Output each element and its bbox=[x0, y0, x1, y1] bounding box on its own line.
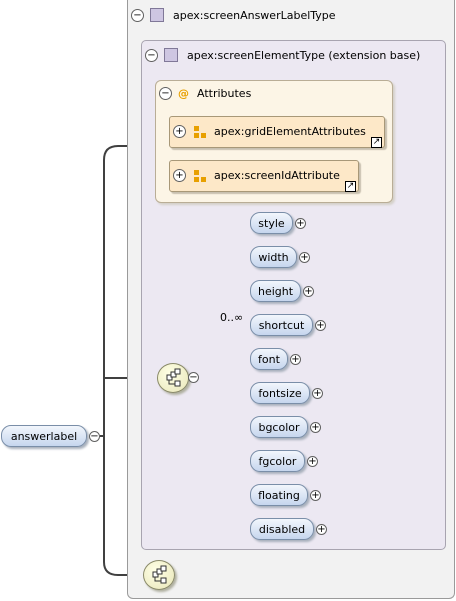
cardinality-label: 0..∞ bbox=[220, 311, 244, 324]
element-node[interactable]: disabled bbox=[250, 518, 314, 540]
element-label: font bbox=[258, 352, 280, 366]
attributes-header: − @ Attributes bbox=[159, 87, 251, 100]
element-label: width bbox=[258, 250, 289, 264]
inner-type-header: − apex:screenElementType (extension base… bbox=[145, 48, 420, 62]
type-icon bbox=[164, 48, 178, 62]
type-icon bbox=[150, 8, 164, 22]
link-arrow-icon[interactable]: ↗ bbox=[345, 181, 356, 192]
expand-icon[interactable]: + bbox=[173, 169, 186, 182]
attribute-at-icon: @ bbox=[178, 87, 189, 100]
element-label: floating bbox=[258, 488, 300, 502]
outer-type-header: − apex:screenAnswerLabelType bbox=[131, 8, 336, 22]
expand-icon[interactable]: + bbox=[310, 422, 321, 433]
element-node[interactable]: fgcolor bbox=[250, 450, 305, 472]
element-node[interactable]: bgcolor bbox=[250, 416, 308, 438]
element-label: shortcut bbox=[258, 318, 305, 332]
element-node[interactable]: font bbox=[250, 348, 288, 370]
element-label: fgcolor bbox=[258, 454, 297, 468]
expand-icon[interactable]: + bbox=[290, 354, 301, 365]
element-node[interactable]: fontsize bbox=[250, 382, 310, 404]
element-node[interactable]: style bbox=[250, 212, 293, 234]
link-arrow-icon[interactable]: ↗ bbox=[371, 137, 382, 148]
attribute-group-row: + apex:gridElementAttributes bbox=[173, 125, 366, 138]
element-label: fontsize bbox=[258, 386, 302, 400]
attribute-group-label: apex:gridElementAttributes bbox=[214, 125, 366, 138]
collapse-icon[interactable]: − bbox=[145, 48, 158, 62]
sequence-icon[interactable] bbox=[157, 363, 189, 393]
expand-icon[interactable]: + bbox=[295, 218, 306, 229]
expand-icon[interactable]: + bbox=[299, 252, 310, 263]
collapse-icon[interactable]: − bbox=[188, 372, 199, 383]
inner-type-label: apex:screenElementType (extension base) bbox=[187, 48, 421, 62]
collapse-icon[interactable]: − bbox=[89, 431, 100, 442]
sequence-icon[interactable] bbox=[143, 560, 175, 590]
attribute-group-icon bbox=[194, 169, 206, 182]
element-label: answerlabel bbox=[10, 429, 78, 443]
attributes-label: Attributes bbox=[197, 87, 252, 100]
expand-icon[interactable]: + bbox=[173, 125, 186, 138]
element-label: height bbox=[257, 284, 294, 298]
attribute-group-icon bbox=[194, 125, 206, 138]
expand-icon[interactable]: + bbox=[303, 286, 314, 297]
expand-icon[interactable]: + bbox=[307, 456, 318, 467]
expand-icon[interactable]: + bbox=[310, 490, 321, 501]
expand-icon[interactable]: + bbox=[316, 524, 327, 535]
expand-icon[interactable]: + bbox=[315, 320, 326, 331]
attribute-group-label: apex:screenIdAttribute bbox=[214, 169, 340, 182]
element-label: disabled bbox=[258, 522, 306, 536]
element-node[interactable]: shortcut bbox=[250, 314, 313, 336]
element-node[interactable]: answerlabel bbox=[1, 425, 87, 447]
element-node[interactable]: height bbox=[250, 280, 301, 302]
element-node[interactable]: floating bbox=[250, 484, 308, 506]
outer-type-label: apex:screenAnswerLabelType bbox=[173, 8, 336, 22]
collapse-icon[interactable]: − bbox=[131, 8, 144, 22]
expand-icon[interactable]: + bbox=[312, 388, 323, 399]
attribute-group-row: + apex:screenIdAttribute bbox=[173, 169, 340, 182]
collapse-icon[interactable]: − bbox=[159, 87, 172, 100]
element-label: style bbox=[258, 216, 285, 230]
element-label: bgcolor bbox=[258, 420, 300, 434]
element-node[interactable]: width bbox=[250, 246, 297, 268]
